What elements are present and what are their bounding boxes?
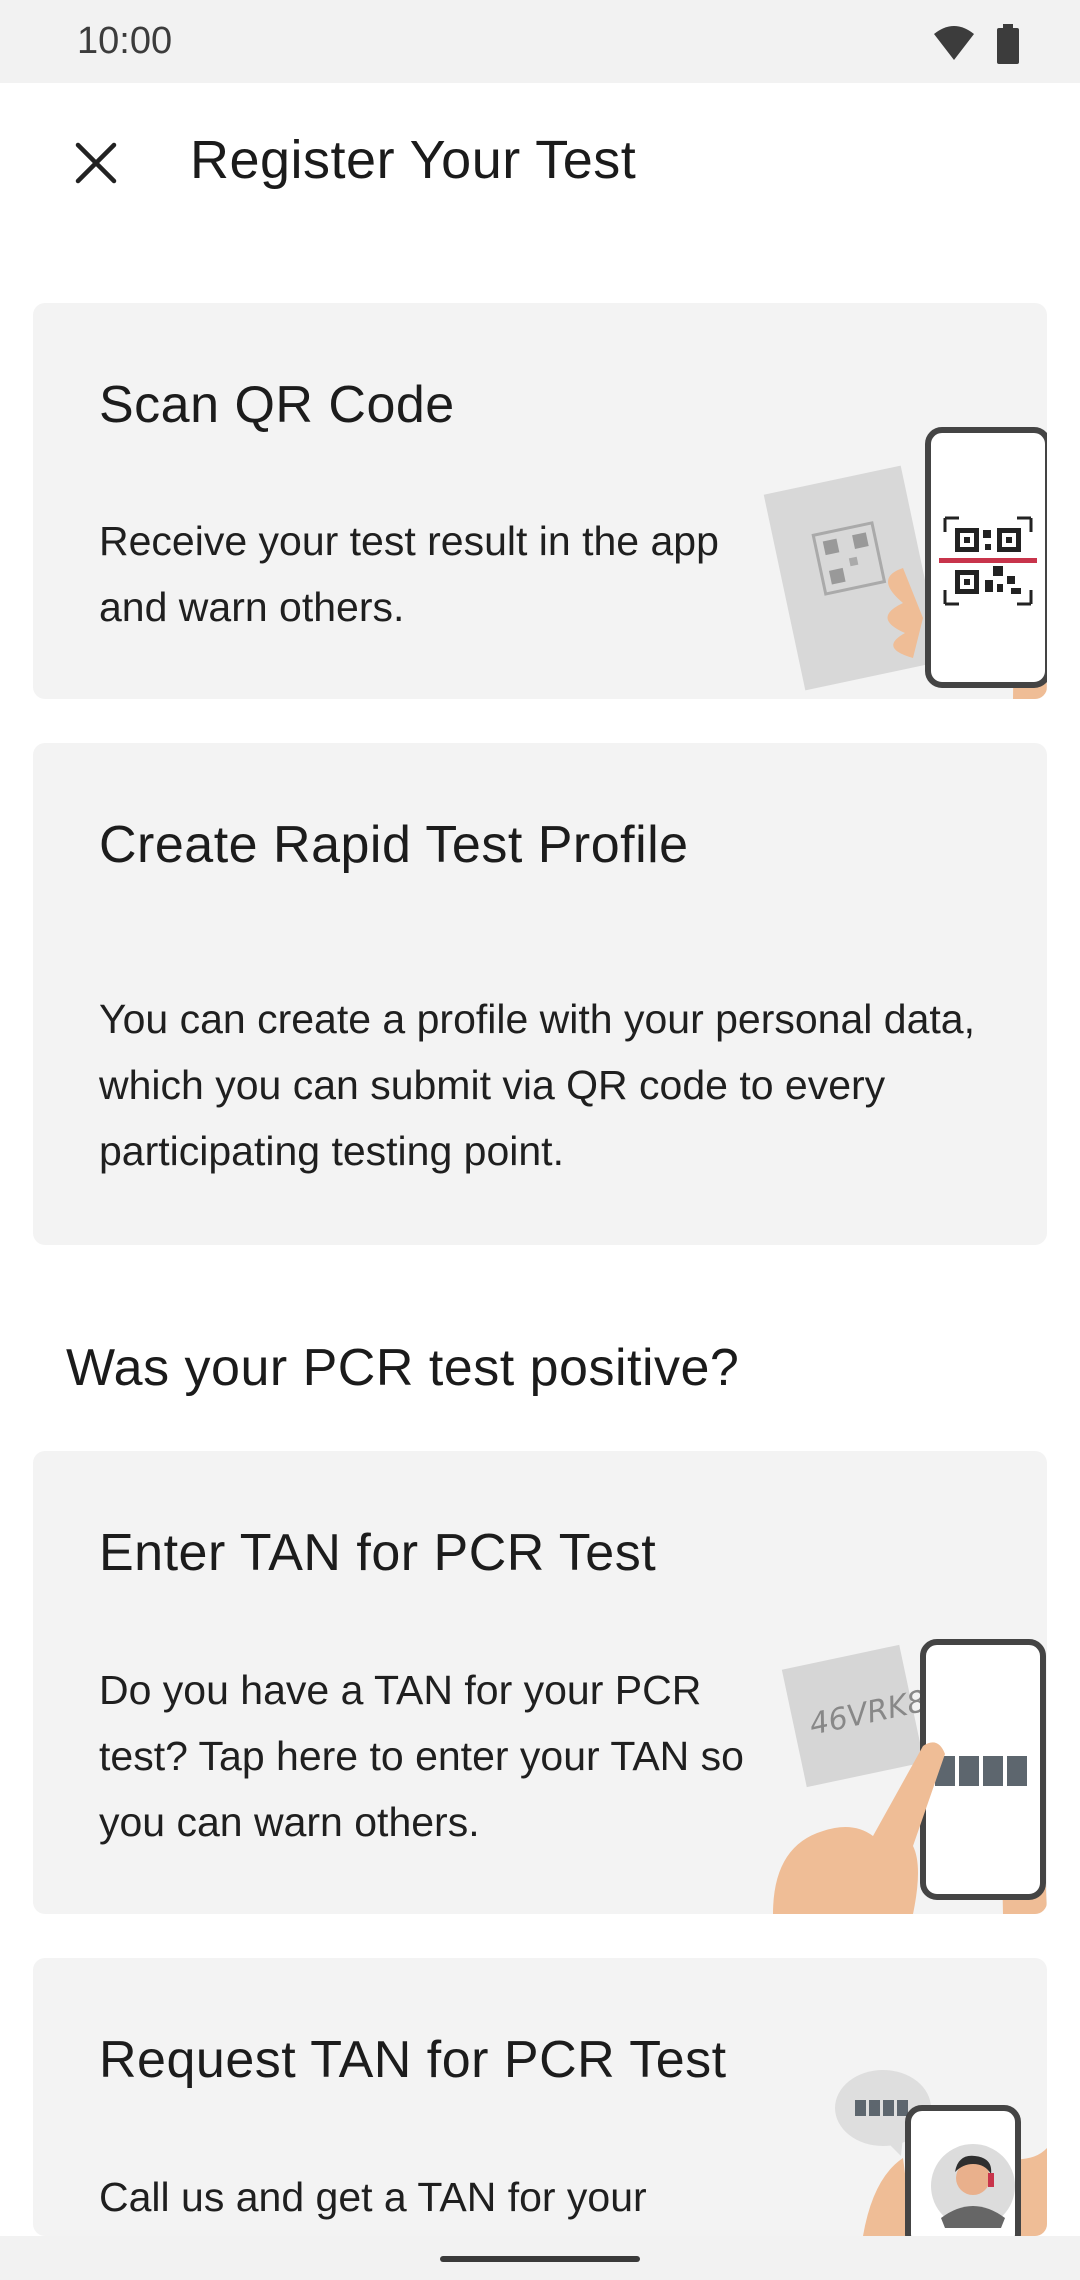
- close-button[interactable]: [56, 123, 136, 203]
- status-icons: [932, 24, 1020, 64]
- card-title: Create Rapid Test Profile: [99, 816, 689, 874]
- qr-scan-illustration: [763, 427, 1047, 699]
- section-header: Was your PCR test positive?: [66, 1339, 740, 1397]
- card-title: Enter TAN for PCR Test: [99, 1524, 657, 1582]
- hotline-illustration: [835, 2070, 1047, 2236]
- status-time: 10:00: [77, 20, 173, 62]
- battery-icon: [997, 24, 1019, 64]
- navigation-bar: [0, 2236, 1080, 2280]
- request-tan-card[interactable]: Request TAN for PCR Test Call us and get…: [33, 1958, 1047, 2236]
- app-bar: Register Your Test: [0, 83, 1080, 243]
- card-description: You can create a profile with your perso…: [99, 996, 975, 1174]
- wifi-icon: [933, 26, 974, 60]
- scan-qr-card[interactable]: Scan QR Code Receive your test result in…: [33, 303, 1047, 699]
- card-title: Scan QR Code: [99, 376, 455, 434]
- rapid-test-profile-card[interactable]: Create Rapid Test Profile You can create…: [33, 743, 1047, 1245]
- card-description: Receive your test result in the app and …: [99, 518, 719, 630]
- gesture-handle[interactable]: [440, 2256, 640, 2262]
- close-icon: [75, 142, 117, 184]
- card-title: Request TAN for PCR Test: [99, 2031, 727, 2089]
- page-title: Register Your Test: [190, 130, 637, 190]
- card-description: Call us and get a TAN for your: [99, 2174, 647, 2220]
- card-description: Do you have a TAN for your PCR test? Tap…: [99, 1667, 744, 1845]
- enter-tan-card[interactable]: Enter TAN for PCR Test Do you have a TAN…: [33, 1451, 1047, 1914]
- tan-entry-illustration: 46VRK8: [773, 1639, 1047, 1914]
- status-bar: 10:00: [0, 0, 1080, 83]
